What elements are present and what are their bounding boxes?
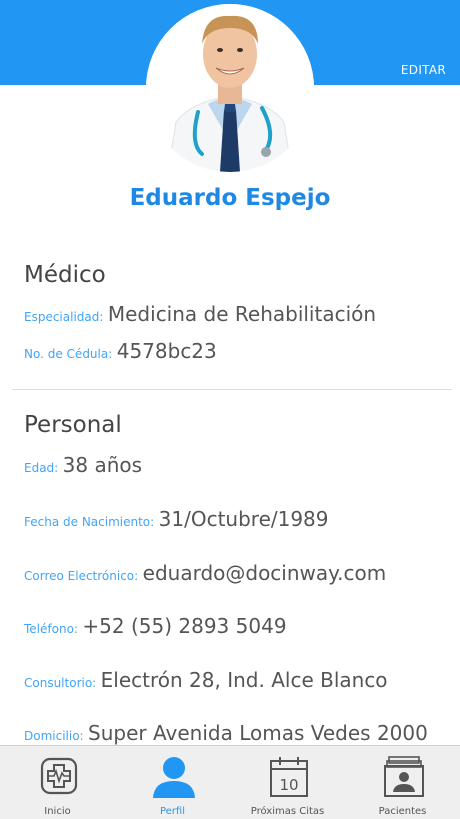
tab-label: Inicio bbox=[44, 806, 71, 817]
field-domicilio: Domicilio: Super Avenida Lomas Vedes 200… bbox=[24, 721, 428, 745]
field-value: 4578bc23 bbox=[116, 339, 217, 363]
field-value: 31/Octubre/1989 bbox=[158, 507, 329, 531]
tab-pacientes[interactable]: Pacientes bbox=[345, 746, 460, 819]
field-label: Especialidad: bbox=[24, 310, 104, 324]
field-edad: Edad: 38 años bbox=[24, 453, 142, 477]
profile-name: Eduardo Espejo bbox=[129, 185, 331, 211]
field-telefono: Teléfono: +52 (55) 2893 5049 bbox=[24, 614, 287, 638]
field-value: Medicina de Rehabilitación bbox=[107, 302, 377, 326]
field-value: eduardo@docinway.com bbox=[142, 561, 387, 585]
person-icon bbox=[153, 757, 195, 798]
field-label: No. de Cédula: bbox=[24, 347, 113, 361]
field-label: Consultorio: bbox=[24, 676, 97, 690]
section-title-personal: Personal bbox=[24, 412, 122, 438]
field-label: Edad: bbox=[24, 461, 59, 475]
field-label: Correo Electrónico: bbox=[24, 569, 139, 583]
field-fecha-nacimiento: Fecha de Nacimiento: 31/Octubre/1989 bbox=[24, 507, 329, 531]
patients-icon bbox=[384, 756, 424, 797]
field-value: +52 (55) 2893 5049 bbox=[82, 614, 287, 638]
field-cedula: No. de Cédula: 4578bc23 bbox=[24, 339, 217, 363]
bottom-tab-bar: Inicio Perfil 10 Próximas Citas Paciente… bbox=[0, 745, 460, 819]
tab-label: Perfil bbox=[159, 806, 185, 817]
field-label: Domicilio: bbox=[24, 729, 84, 743]
field-value: 38 años bbox=[62, 453, 143, 477]
field-label: Fecha de Nacimiento: bbox=[24, 515, 155, 529]
tab-inicio[interactable]: Inicio bbox=[0, 746, 115, 819]
field-label: Teléfono: bbox=[24, 622, 78, 636]
tab-label: Pacientes bbox=[378, 806, 427, 817]
field-value: Super Avenida Lomas Vedes 2000 bbox=[88, 721, 428, 745]
home-cross-icon bbox=[40, 757, 78, 795]
calendar-day: 10 bbox=[279, 776, 298, 794]
calendar-icon: 10 bbox=[270, 757, 308, 797]
field-especialidad: Especialidad: Medicina de Rehabilitación bbox=[24, 302, 376, 326]
tab-perfil[interactable]: Perfil bbox=[115, 746, 230, 819]
section-title-medico: Médico bbox=[24, 262, 106, 288]
tab-proximas-citas[interactable]: 10 Próximas Citas bbox=[230, 746, 345, 819]
section-divider bbox=[12, 389, 452, 390]
edit-button[interactable]: EDITAR bbox=[401, 63, 446, 77]
field-value: Electrón 28, Ind. Alce Blanco bbox=[100, 668, 388, 692]
doctor-photo bbox=[146, 4, 314, 172]
field-consultorio: Consultorio: Electrón 28, Ind. Alce Blan… bbox=[24, 668, 388, 692]
avatar bbox=[146, 4, 314, 172]
tab-label: Próximas Citas bbox=[250, 806, 325, 817]
field-correo: Correo Electrónico: eduardo@docinway.com bbox=[24, 561, 386, 585]
